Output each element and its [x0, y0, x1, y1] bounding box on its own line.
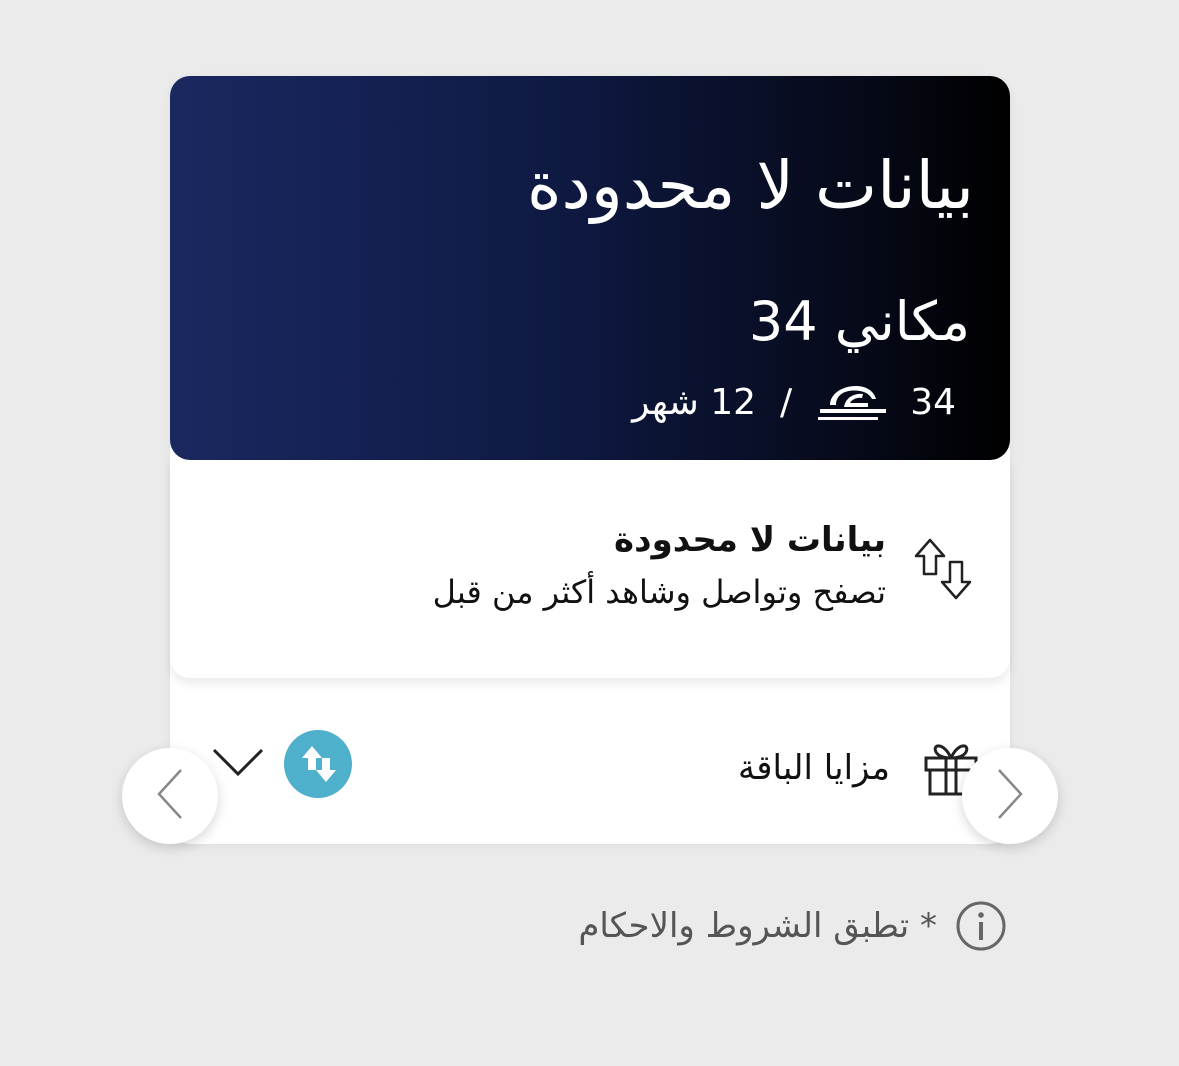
feature-description: تصفح وتواصل وشاهد أكثر من قبل: [432, 573, 886, 611]
plan-name: مكاني 34: [748, 290, 970, 353]
carousel-next-button[interactable]: [962, 748, 1058, 844]
plan-hero: بيانات لا محدودة مكاني 34 34 / 12 شهر: [170, 76, 1010, 460]
page: بيانات لا محدودة مكاني 34 34 / 12 شهر بي…: [0, 0, 1179, 1066]
carousel-prev-button[interactable]: [122, 748, 218, 844]
feature-item: بيانات لا محدودة تصفح وتواصل وشاهد أكثر …: [170, 460, 1010, 678]
data-transfer-arrows-icon: [912, 536, 978, 602]
benefits-label: مزايا الباقة: [738, 748, 890, 788]
chevron-down-icon[interactable]: [210, 744, 266, 780]
riyal-currency-icon: [816, 383, 890, 423]
swap-arrows-icon: [284, 730, 352, 798]
feature-title: بيانات لا محدودة: [614, 520, 886, 560]
price-separator: /: [780, 382, 793, 423]
info-icon: [955, 900, 1007, 952]
plan-card[interactable]: بيانات لا محدودة مكاني 34 34 / 12 شهر بي…: [170, 76, 1010, 844]
terms-text: * تطبق الشروط والاحكام: [578, 906, 937, 946]
plan-price: 34 / 12 شهر: [632, 380, 956, 426]
price-amount: 34: [910, 382, 956, 423]
plan-benefits-toggle[interactable]: مزايا الباقة: [170, 678, 1010, 844]
terms-note[interactable]: * تطبق الشروط والاحكام: [578, 896, 1007, 956]
plan-title: بيانات لا محدودة: [526, 147, 974, 224]
plan-duration: 12 شهر: [632, 382, 757, 423]
chevron-left-icon: [155, 766, 185, 826]
chevron-right-icon: [995, 766, 1025, 826]
